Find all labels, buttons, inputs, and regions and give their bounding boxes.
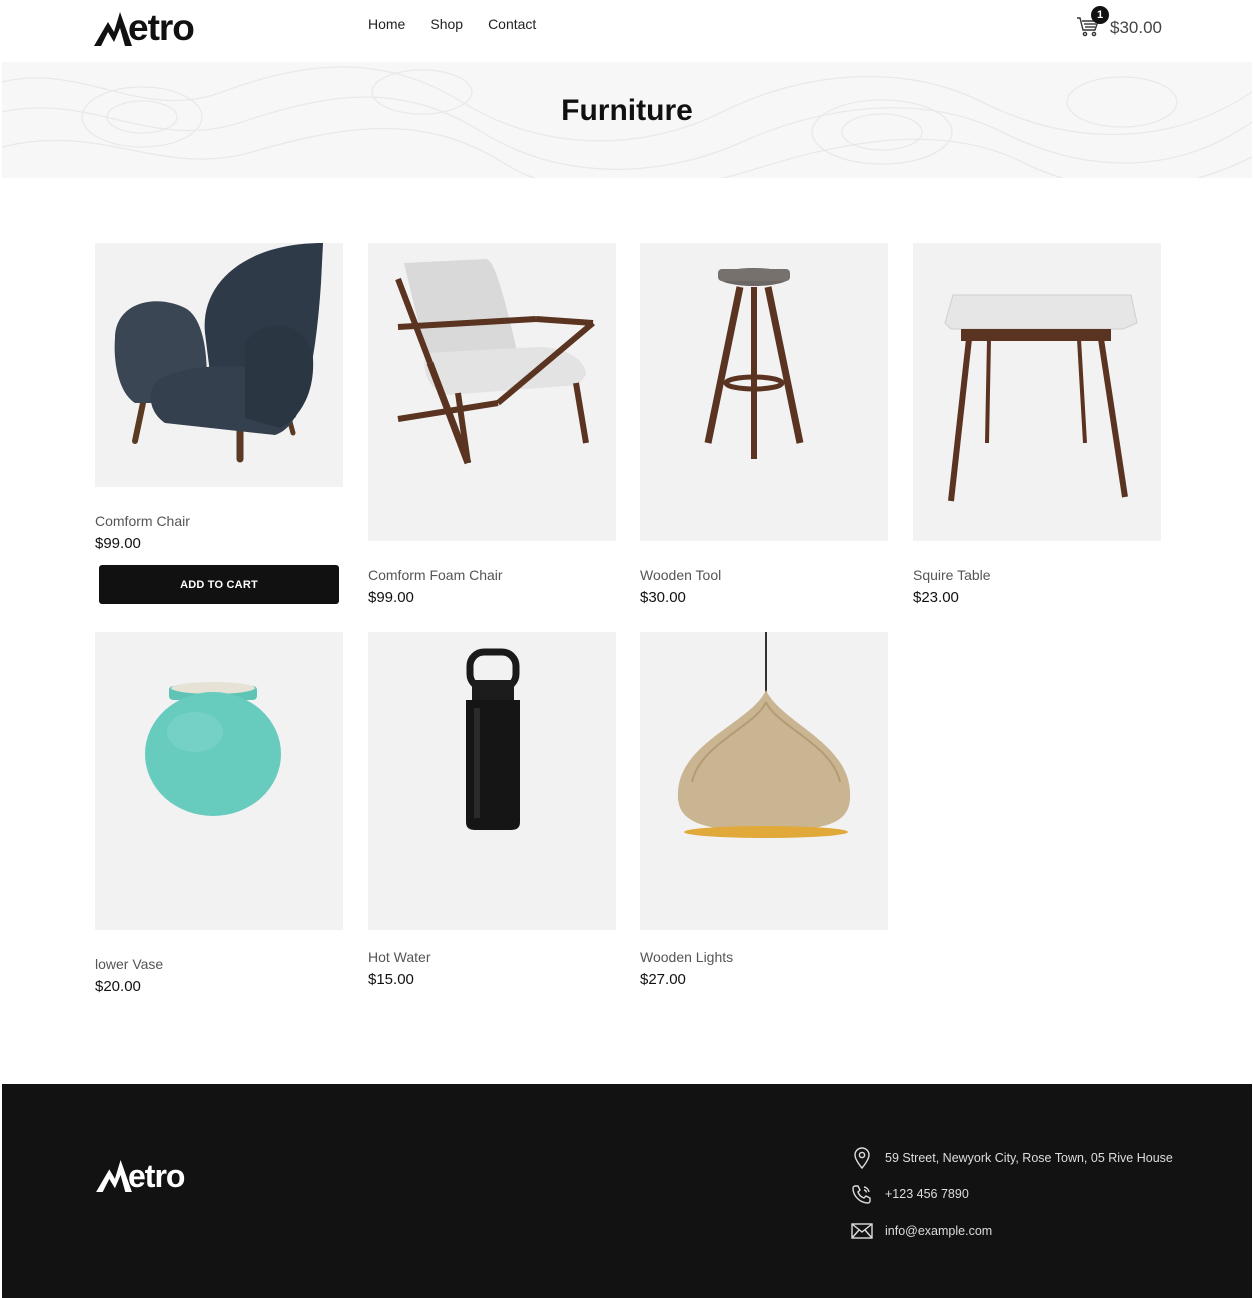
logo-mark-icon (94, 12, 132, 46)
main-nav: Home Shop Contact (368, 16, 536, 32)
product-image[interactable] (913, 243, 1161, 541)
product-card[interactable]: lower Vase $20.00 (95, 632, 343, 995)
site-header: etro Home Shop Contact 1 $30.00 (0, 0, 1253, 62)
logo-text: etro (128, 1158, 185, 1194)
site-logo[interactable]: etro (94, 6, 195, 48)
pendant-lamp-image (677, 632, 851, 838)
page-title: Furniture (561, 94, 693, 127)
cart-count-badge: 1 (1091, 6, 1109, 24)
product-card[interactable]: Hot Water $15.00 (368, 632, 616, 988)
product-price: $23.00 (913, 589, 959, 606)
product-name[interactable]: Squire Table (913, 567, 1161, 583)
logo-mark-icon (96, 1160, 132, 1192)
product-image[interactable] (95, 243, 343, 487)
armchair-image (114, 243, 323, 463)
phone-text[interactable]: +123 456 7890 (885, 1187, 969, 1201)
product-price: $20.00 (95, 978, 141, 995)
footer-email[interactable]: info@example.com (850, 1219, 992, 1243)
product-name[interactable]: Hot Water (368, 949, 616, 965)
product-image[interactable] (640, 243, 888, 541)
email-text[interactable]: info@example.com (885, 1224, 992, 1238)
product-image[interactable] (368, 632, 616, 930)
nav-home[interactable]: Home (368, 16, 405, 32)
cart-total: $30.00 (1110, 18, 1162, 37)
lounge-chair-image (395, 259, 595, 465)
footer-phone[interactable]: +123 456 7890 (850, 1182, 969, 1206)
mail-icon (850, 1219, 874, 1243)
bar-stool-image (704, 268, 804, 459)
site-footer: etro 59 Street, Newyork City, Rose Town,… (2, 1084, 1252, 1298)
side-table-image (944, 294, 1138, 502)
phone-icon (850, 1182, 874, 1206)
product-price: $15.00 (368, 971, 414, 988)
product-name[interactable]: Wooden Tool (640, 567, 888, 583)
product-name[interactable]: Comform Chair (95, 513, 343, 529)
product-card[interactable]: Wooden Lights $27.00 (640, 632, 888, 988)
product-price: $30.00 (640, 589, 686, 606)
product-card[interactable]: Wooden Tool $30.00 (640, 243, 888, 606)
product-card[interactable]: Comform Foam Chair $99.00 (368, 243, 616, 606)
nav-contact[interactable]: Contact (488, 16, 536, 32)
address-text: 59 Street, Newyork City, Rose Town, 05 R… (885, 1151, 1173, 1165)
logo-text: etro (128, 7, 195, 48)
water-bottle-image (466, 648, 520, 830)
product-name[interactable]: lower Vase (95, 956, 343, 972)
product-image[interactable] (368, 243, 616, 541)
product-price: $99.00 (368, 589, 414, 606)
footer-address: 59 Street, Newyork City, Rose Town, 05 R… (850, 1146, 1173, 1170)
product-name[interactable]: Comform Foam Chair (368, 567, 616, 583)
footer-logo[interactable]: etro (96, 1158, 185, 1194)
product-name[interactable]: Wooden Lights (640, 949, 888, 965)
page-banner: Furniture (2, 62, 1252, 178)
product-price: $99.00 (95, 535, 141, 552)
product-image[interactable] (95, 632, 343, 930)
product-card[interactable]: Comform Chair $99.00 (95, 243, 343, 552)
product-image[interactable] (640, 632, 888, 930)
vase-image (145, 682, 281, 816)
product-card[interactable]: Squire Table $23.00 (913, 243, 1161, 606)
location-pin-icon (850, 1146, 874, 1170)
add-to-cart-button[interactable]: ADD TO CART (99, 565, 339, 604)
nav-shop[interactable]: Shop (430, 16, 463, 32)
cart-button[interactable]: 1 $30.00 (1074, 6, 1164, 42)
product-price: $27.00 (640, 971, 686, 988)
